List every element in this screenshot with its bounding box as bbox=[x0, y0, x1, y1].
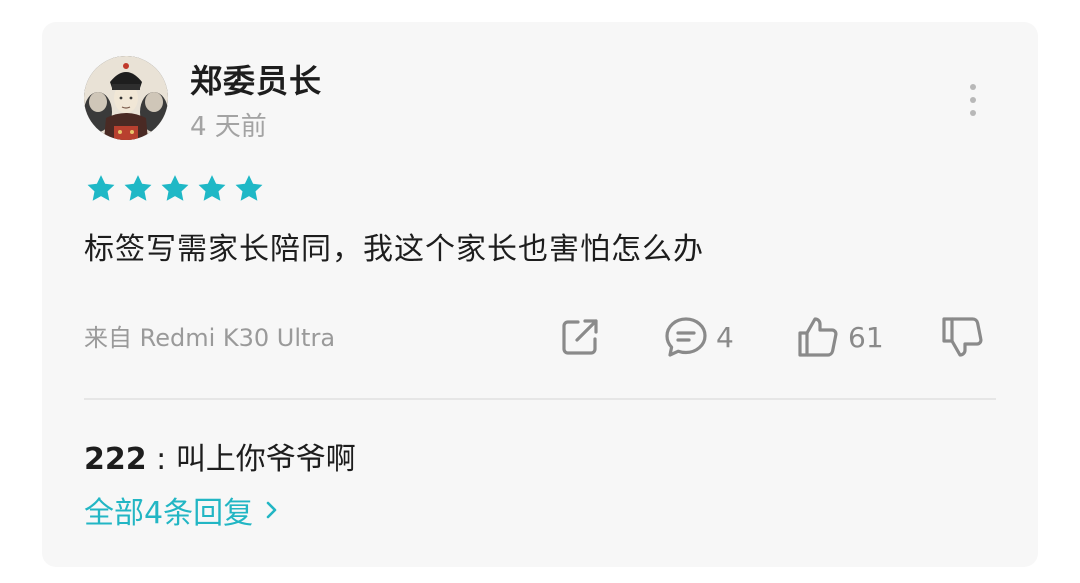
more-options-icon[interactable] bbox=[958, 80, 988, 120]
star-icon bbox=[198, 175, 226, 201]
view-all-replies-link[interactable]: 全部4条回复 bbox=[84, 488, 281, 532]
avatar[interactable] bbox=[84, 56, 168, 140]
timestamp: 4 天前 bbox=[190, 112, 267, 142]
like-count: 61 bbox=[848, 320, 884, 354]
reply-text: 叫上你爷爷啊 bbox=[175, 442, 356, 477]
dislike-button[interactable] bbox=[938, 310, 986, 364]
reply-count: 4 bbox=[716, 320, 734, 354]
reply-item[interactable]: 222 : 叫上你爷爷啊 bbox=[84, 434, 356, 478]
chevron-right-icon bbox=[266, 501, 277, 519]
divider bbox=[84, 398, 996, 400]
reply-username[interactable]: 222 bbox=[84, 442, 147, 477]
share-button[interactable] bbox=[556, 310, 604, 364]
username[interactable]: 郑委员长 bbox=[190, 56, 322, 102]
reply-separator: : bbox=[146, 442, 176, 477]
star-icon bbox=[124, 175, 152, 201]
device-source: 来自 Redmi K30 Ultra bbox=[84, 324, 336, 352]
comment-icon bbox=[665, 317, 707, 357]
share-icon bbox=[562, 319, 598, 355]
portrait-avatar-image bbox=[84, 56, 168, 140]
view-all-replies-label: 全部4条回复 bbox=[84, 496, 254, 531]
review-card: 郑委员长 4 天前 标签写需家长陪同，我这个家长也害怕怎么办 来自 Redmi … bbox=[42, 22, 1038, 567]
thumbs-down-icon bbox=[942, 317, 983, 357]
reply-button[interactable]: 4 bbox=[662, 310, 734, 364]
star-icon bbox=[87, 175, 115, 201]
star-icon bbox=[235, 175, 263, 201]
review-text: 标签写需家长陪同，我这个家长也害怕怎么办 bbox=[84, 232, 704, 267]
thumbs-up-icon bbox=[798, 317, 838, 357]
star-rating bbox=[84, 172, 266, 206]
like-button[interactable]: 61 bbox=[794, 310, 884, 364]
star-icon bbox=[161, 175, 189, 201]
